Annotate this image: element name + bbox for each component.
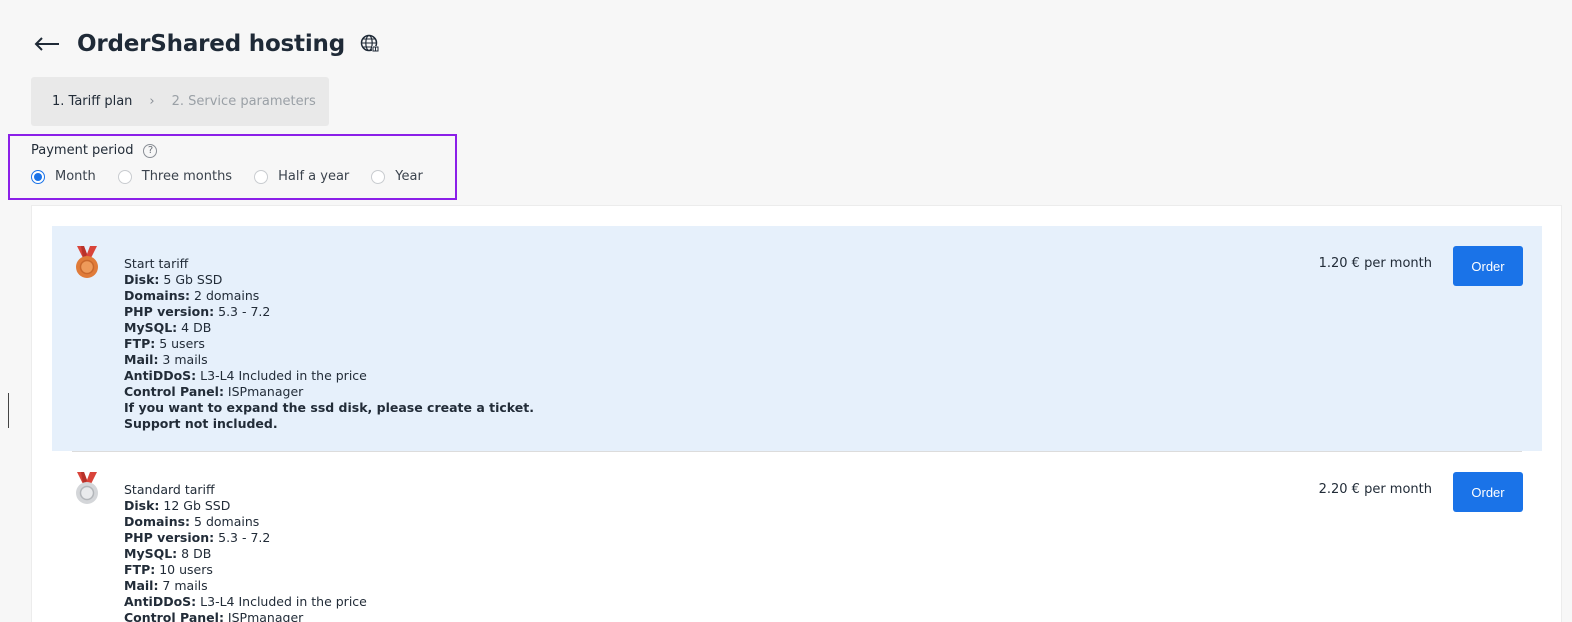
spec-value: 10 users (155, 562, 213, 577)
tariff-note: Support not included. (124, 416, 534, 432)
spec-value: ISPmanager (223, 610, 304, 622)
help-icon[interactable]: ? (143, 143, 158, 158)
radio-dot[interactable] (371, 169, 386, 184)
arrow-left-icon (34, 37, 59, 51)
spec-key: FTP: (124, 336, 156, 351)
spec-key: Control Panel: (124, 384, 224, 399)
tariff-details: Standard tariff Disk: 12 Gb SSD Domains:… (124, 482, 367, 622)
radio-three-months[interactable]: Three months (117, 169, 233, 184)
page-header: OrderShared hosting (33, 28, 381, 60)
radio-dot[interactable] (254, 169, 269, 184)
tariff-details: Start tariff Disk: 5 Gb SSD Domains: 2 d… (124, 256, 534, 432)
spec-control-panel: Control Panel: ISPmanager (124, 610, 367, 622)
spec-ftp: FTP: 5 users (124, 336, 534, 352)
spec-disk: Disk: 5 Gb SSD (124, 272, 534, 288)
spec-key: Disk: (124, 498, 160, 513)
spec-php: PHP version: 5.3 - 7.2 (124, 530, 367, 546)
tariff-card-start[interactable]: Start tariff Disk: 5 Gb SSD Domains: 2 d… (52, 226, 1542, 451)
spec-key: AntiDDoS: (124, 368, 197, 383)
order-steps: 1. Tariff plan › 2. Service parameters (31, 77, 329, 126)
radio-month[interactable]: Month (31, 169, 96, 184)
page: OrderShared hosting 1. Tariff plan › 2. … (0, 0, 1572, 622)
spec-ftp: FTP: 10 users (124, 562, 367, 578)
step-tariff-plan[interactable]: 1. Tariff plan (52, 94, 132, 109)
spec-key: MySQL: (124, 320, 178, 335)
spec-value: 12 Gb SSD (159, 498, 231, 513)
spec-key: Domains: (124, 514, 191, 529)
radio-dot[interactable] (117, 169, 132, 184)
spec-key: Mail: (124, 352, 159, 367)
spec-mysql: MySQL: 8 DB (124, 546, 367, 562)
chevron-right-icon: › (149, 94, 155, 109)
spec-mysql: MySQL: 4 DB (124, 320, 534, 336)
spec-key: FTP: (124, 562, 156, 577)
text-cursor (8, 393, 9, 428)
spec-value: L3-L4 Included in the price (196, 594, 367, 609)
radio-label: Half a year (278, 169, 350, 184)
spec-value: 5.3 - 7.2 (214, 530, 271, 545)
radio-label: Month (55, 169, 96, 184)
spec-value: L3-L4 Included in the price (196, 368, 367, 383)
spec-value: 7 mails (158, 578, 208, 593)
page-title: OrderShared hosting (77, 31, 345, 57)
radio-dot[interactable] (31, 169, 45, 184)
tariff-price: 1.20 € per month (1318, 256, 1432, 271)
bronze-medal-icon (76, 246, 98, 278)
spec-value: 5 users (155, 336, 205, 351)
spec-key: AntiDDoS: (124, 594, 197, 609)
spec-key: Control Panel: (124, 610, 224, 622)
tariff-price: 2.20 € per month (1318, 482, 1432, 497)
payment-period-label-row: Payment period ? (31, 143, 158, 158)
spec-antiddos: AntiDDoS: L3-L4 Included in the price (124, 368, 534, 384)
order-button[interactable]: Order (1453, 472, 1523, 512)
tariff-note: If you want to expand the ssd disk, plea… (124, 400, 534, 416)
spec-key: Domains: (124, 288, 191, 303)
spec-value: 8 DB (177, 546, 212, 561)
spec-value: 4 DB (177, 320, 212, 335)
spec-value: ISPmanager (223, 384, 304, 399)
payment-period-label: Payment period (31, 143, 134, 158)
spec-mail: Mail: 3 mails (124, 352, 534, 368)
spec-key: PHP version: (124, 304, 215, 319)
tariff-name: Standard tariff (124, 482, 215, 497)
spec-key: Disk: (124, 272, 160, 287)
spec-value: 3 mails (158, 352, 208, 367)
spec-key: MySQL: (124, 546, 178, 561)
spec-value: 2 domains (190, 288, 260, 303)
spec-key: Mail: (124, 578, 159, 593)
spec-php: PHP version: 5.3 - 7.2 (124, 304, 534, 320)
spec-domains: Domains: 2 domains (124, 288, 534, 304)
radio-label: Three months (141, 169, 233, 184)
step-service-parameters: 2. Service parameters (171, 94, 316, 109)
tariff-card-standard[interactable]: Standard tariff Disk: 12 Gb SSD Domains:… (52, 452, 1542, 622)
spec-mail: Mail: 7 mails (124, 578, 367, 594)
spec-domains: Domains: 5 domains (124, 514, 367, 530)
note-text: If you want to expand the ssd disk, plea… (124, 400, 534, 415)
spec-disk: Disk: 12 Gb SSD (124, 498, 367, 514)
order-button[interactable]: Order (1453, 246, 1523, 286)
radio-year[interactable]: Year (371, 169, 423, 184)
spec-value: 5 domains (190, 514, 260, 529)
silver-medal-icon (76, 472, 98, 504)
radio-half-a-year[interactable]: Half a year (254, 169, 349, 184)
spec-control-panel: Control Panel: ISPmanager (124, 384, 534, 400)
radio-label: Year (395, 169, 423, 184)
note-text: Support not included. (124, 416, 278, 431)
tariff-list: Start tariff Disk: 5 Gb SSD Domains: 2 d… (31, 205, 1562, 622)
payment-period-group: Payment period ? Month Three months Half… (8, 134, 457, 200)
tariff-name: Start tariff (124, 256, 189, 271)
payment-period-options: Month Three months Half a year Year (31, 169, 445, 184)
back-button[interactable] (33, 30, 61, 58)
spec-value: 5.3 - 7.2 (214, 304, 271, 319)
spec-value: 5 Gb SSD (159, 272, 223, 287)
spec-antiddos: AntiDDoS: L3-L4 Included in the price (124, 594, 367, 610)
spec-key: PHP version: (124, 530, 215, 545)
globe-icon[interactable] (359, 33, 381, 55)
